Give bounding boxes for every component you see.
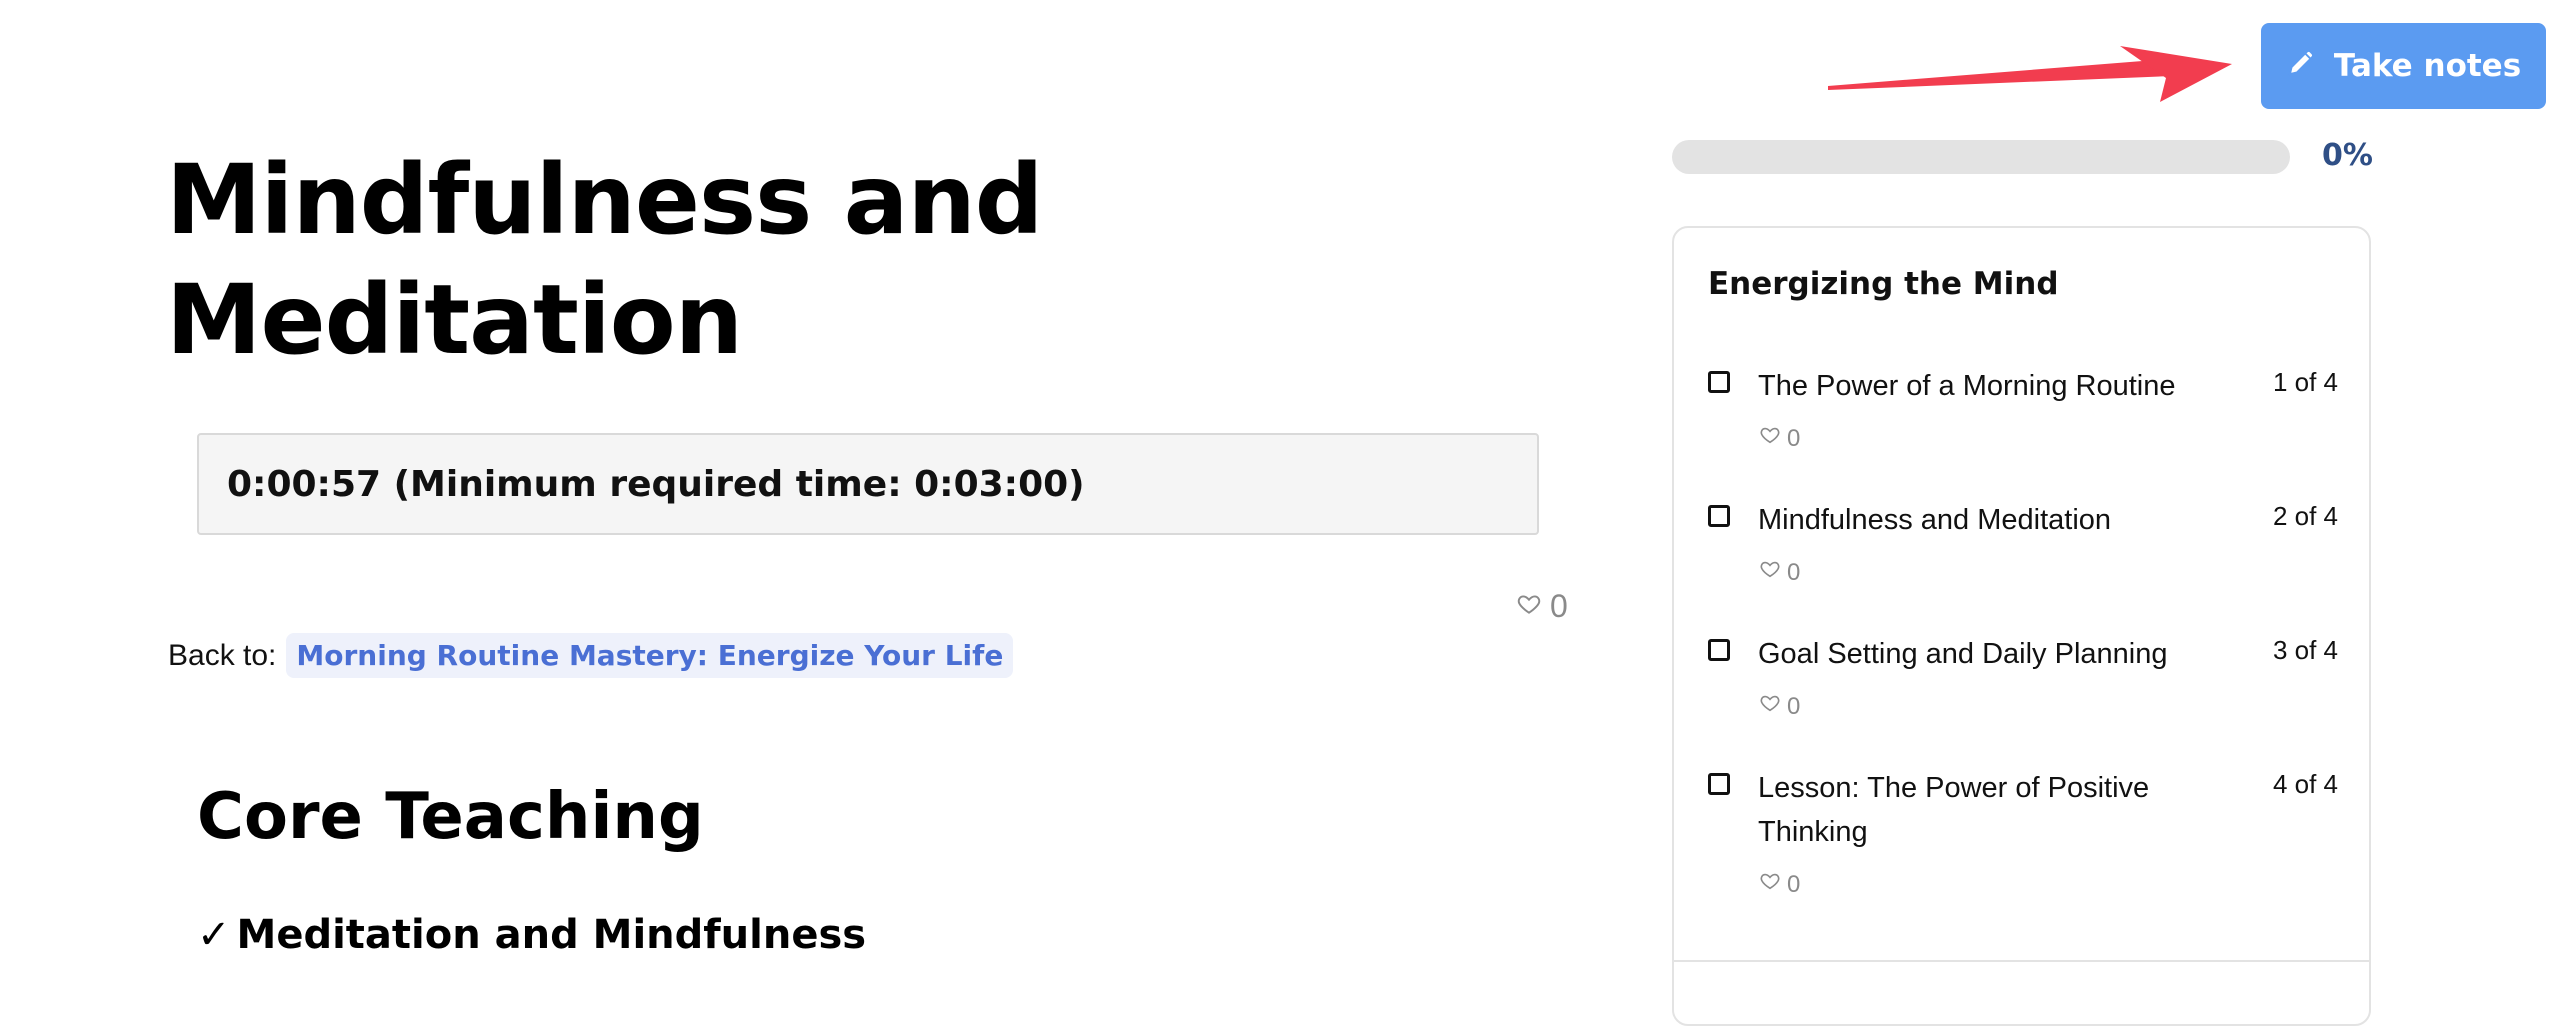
heart-icon (1759, 870, 1781, 899)
lesson-title-link[interactable]: Lesson: The Power of Positive Thinking (1758, 766, 2228, 854)
heart-icon (1759, 692, 1781, 721)
lesson-checkbox[interactable] (1708, 773, 1730, 795)
take-notes-label: Take notes (2333, 48, 2522, 84)
section-heading: Core Teaching (197, 780, 704, 854)
lesson-checkbox[interactable] (1708, 505, 1730, 527)
lesson-count: 3 of 4 (2272, 635, 2338, 665)
timer-text: 0:00:57 (Minimum required time: 0:03:00) (227, 463, 1085, 505)
lesson-panel (1672, 226, 2371, 1026)
lesson-title-link[interactable]: Mindfulness and Meditation (1758, 498, 2228, 542)
time-tracker: 0:00:57 (Minimum required time: 0:03:00) (197, 433, 1539, 535)
back-label: Back to: (168, 638, 277, 672)
progress-bar (1672, 140, 2290, 174)
lesson-item: Goal Setting and Daily Planning 3 of 4 0 (1708, 632, 2338, 721)
annotation-arrow-icon (1828, 46, 2232, 102)
take-notes-button[interactable]: Take notes (2261, 23, 2546, 109)
lesson-item: Mindfulness and Meditation 2 of 4 0 (1708, 498, 2338, 587)
lesson-title-link[interactable]: The Power of a Morning Routine (1758, 364, 2228, 408)
progress-percent: 0% (2322, 138, 2373, 173)
page-title: Mindfulness and Meditation (166, 144, 1044, 376)
subsection-title: Meditation and Mindfulness (236, 912, 867, 958)
lesson-checkbox[interactable] (1708, 371, 1730, 393)
lesson-checkbox[interactable] (1708, 639, 1730, 661)
lesson-like-count: 0 (1787, 424, 1801, 452)
panel-title: Energizing the Mind (1708, 266, 2059, 302)
lesson-like-button[interactable]: 0 (1759, 558, 2338, 587)
lesson-item: The Power of a Morning Routine 1 of 4 0 (1708, 364, 2338, 453)
lesson-count: 4 of 4 (2272, 769, 2338, 799)
panel-divider (1674, 960, 2369, 962)
lesson-count: 1 of 4 (2272, 367, 2338, 397)
heart-icon (1516, 588, 1542, 625)
like-count: 0 (1550, 588, 1568, 624)
lesson-like-count: 0 (1787, 692, 1801, 720)
breadcrumb: Back to: Morning Routine Mastery: Energi… (168, 633, 1014, 678)
back-to-course-link[interactable]: Morning Routine Mastery: Energize Your L… (286, 633, 1014, 678)
subsection-heading: ✓ Meditation and Mindfulness (197, 912, 866, 958)
lesson-count: 2 of 4 (2272, 501, 2338, 531)
lesson-item: Lesson: The Power of Positive Thinking 4… (1708, 766, 2338, 899)
lesson-like-button[interactable]: 0 (1759, 424, 2338, 453)
lesson-like-count: 0 (1787, 558, 1801, 586)
lesson-like-button[interactable]: 0 (1759, 692, 2338, 721)
pencil-icon (2286, 46, 2318, 86)
lesson-like-button[interactable]: 0 (1759, 870, 2338, 899)
lesson-title-link[interactable]: Goal Setting and Daily Planning (1758, 632, 2228, 676)
lesson-like-count: 0 (1787, 870, 1801, 898)
checkmark-icon: ✓ (197, 912, 231, 958)
like-button[interactable]: 0 (1516, 588, 1568, 625)
heart-icon (1759, 424, 1781, 453)
heart-icon (1759, 558, 1781, 587)
